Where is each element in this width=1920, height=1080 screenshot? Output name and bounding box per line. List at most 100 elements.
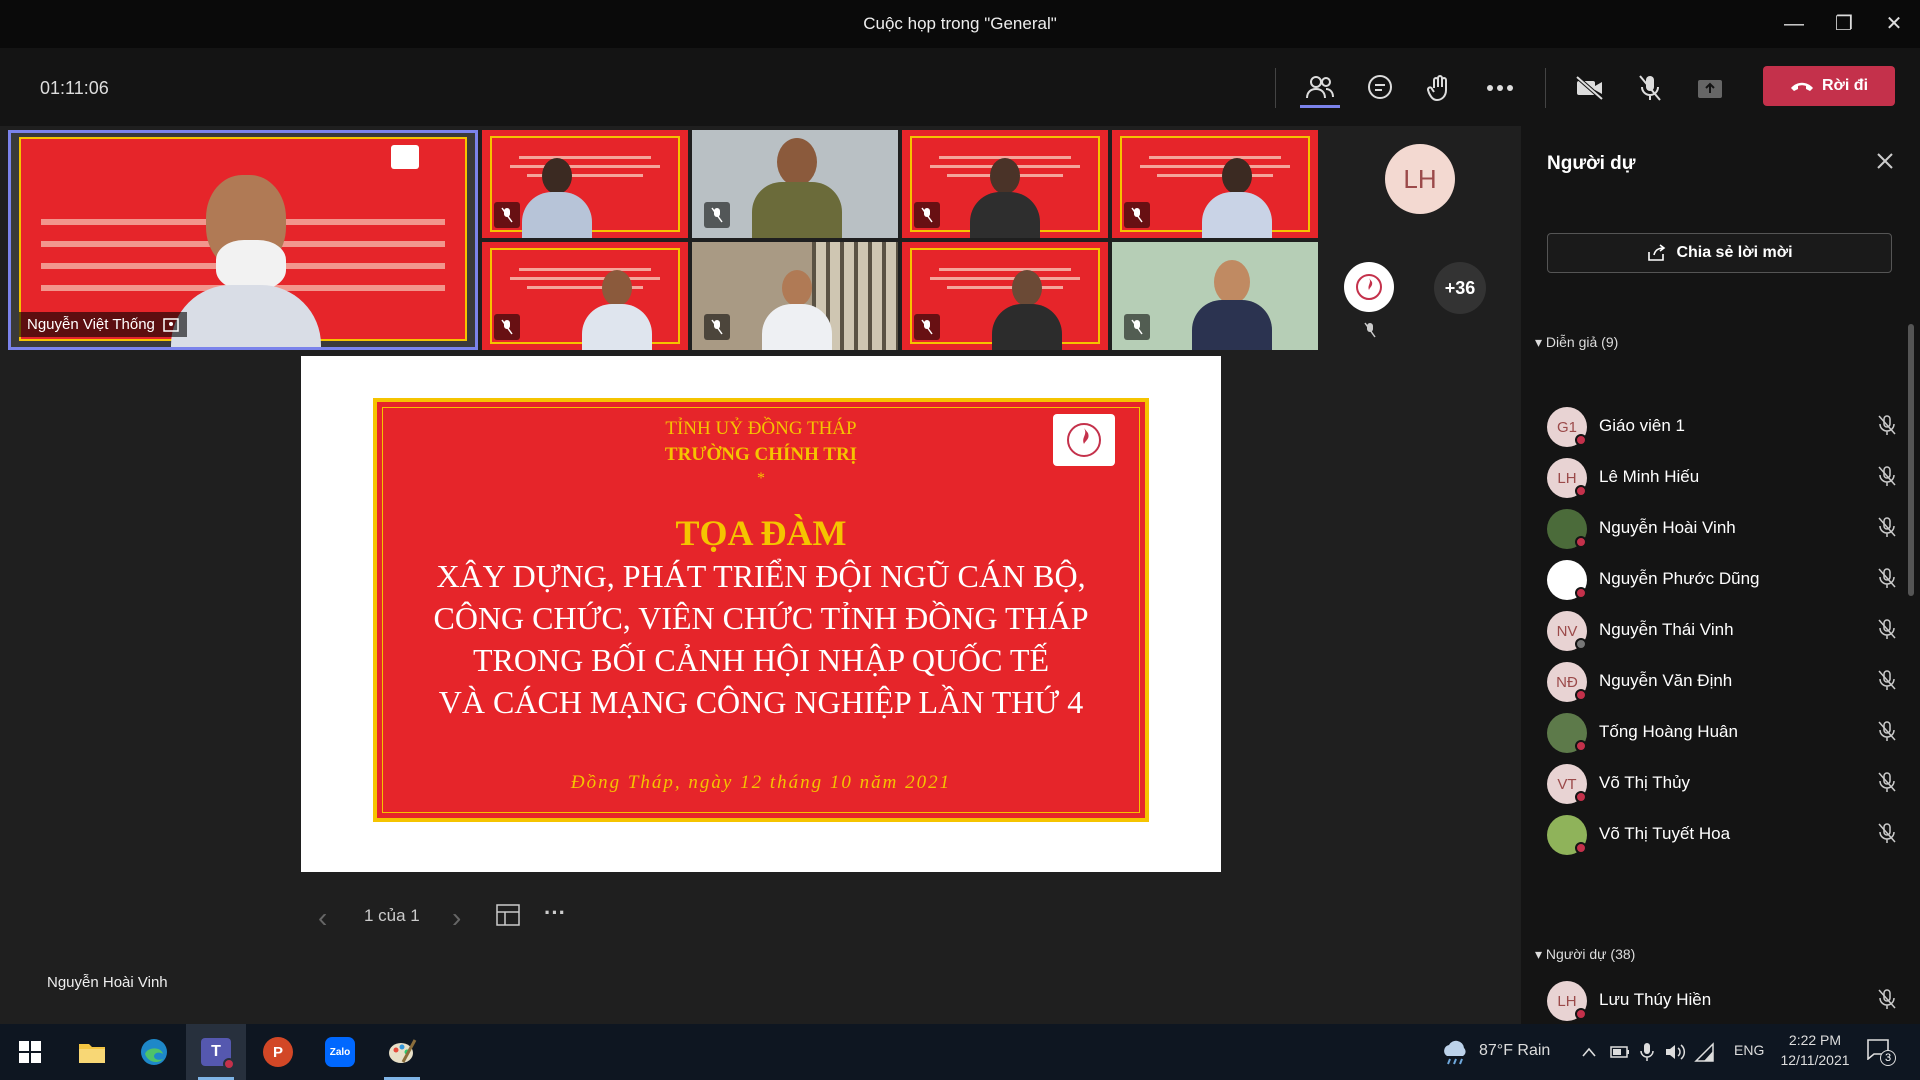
mic-off-icon[interactable] bbox=[1877, 669, 1897, 691]
close-icon bbox=[1877, 153, 1893, 169]
video-tile[interactable] bbox=[482, 242, 688, 350]
mic-off-icon bbox=[1131, 319, 1143, 335]
zalo-icon: Zalo bbox=[325, 1037, 355, 1067]
restore-button[interactable]: ❐ bbox=[1830, 10, 1858, 38]
next-slide-button[interactable]: › bbox=[452, 902, 461, 934]
teams-button[interactable]: T bbox=[186, 1024, 246, 1080]
slide-grid-button[interactable] bbox=[496, 904, 520, 931]
participant-row[interactable]: Tống Hoàng Huân bbox=[1547, 706, 1897, 756]
clock-time: 2:22 PM bbox=[1788, 1032, 1842, 1048]
participant-video bbox=[171, 175, 321, 347]
powerpoint-icon: P bbox=[263, 1037, 293, 1067]
chat-button[interactable] bbox=[1360, 68, 1400, 108]
video-tile[interactable] bbox=[482, 130, 688, 238]
share-invite-button[interactable]: Chia sẻ lời mời bbox=[1547, 233, 1892, 273]
participant-name: Nguyễn Hoài Vinh bbox=[1599, 518, 1736, 537]
video-tile[interactable] bbox=[1112, 130, 1318, 238]
muted-indicator bbox=[914, 314, 940, 340]
chevron-up-icon[interactable] bbox=[1581, 1046, 1597, 1058]
raise-hand-icon bbox=[1426, 75, 1447, 102]
reactions-button[interactable] bbox=[1420, 68, 1460, 108]
pin-icon bbox=[163, 317, 179, 332]
mic-off-icon[interactable] bbox=[1877, 720, 1897, 742]
input-language[interactable]: ENG bbox=[1734, 1042, 1764, 1058]
mic-off-icon[interactable] bbox=[1877, 618, 1897, 640]
prev-slide-button[interactable]: ‹ bbox=[318, 902, 327, 934]
clock-date: 12/11/2021 bbox=[1780, 1052, 1850, 1068]
minimize-button[interactable]: — bbox=[1780, 10, 1808, 38]
mic-off-icon[interactable] bbox=[1877, 516, 1897, 538]
battery-icon[interactable] bbox=[1610, 1044, 1630, 1060]
participant-video bbox=[762, 270, 832, 350]
mic-off-icon[interactable] bbox=[1877, 771, 1897, 793]
participant-row[interactable]: VT Võ Thị Thủy bbox=[1547, 757, 1897, 807]
participant-row[interactable]: Nguyễn Phước Dũng bbox=[1547, 553, 1897, 603]
file-explorer-button[interactable] bbox=[62, 1024, 122, 1080]
mic-toggle-button[interactable] bbox=[1630, 68, 1670, 108]
windows-taskbar: T P Zalo 87°F Rain ENG 2:22 PM 12/11/202… bbox=[0, 1024, 1920, 1080]
hang-up-icon bbox=[1790, 82, 1813, 91]
video-tile[interactable] bbox=[1112, 242, 1318, 350]
leave-button[interactable]: Rời đi bbox=[1763, 66, 1895, 106]
participant-row[interactable]: LH Lê Minh Hiếu bbox=[1547, 451, 1897, 501]
edge-button[interactable] bbox=[124, 1024, 184, 1080]
participant-row[interactable]: NV Nguyễn Thái Vinh bbox=[1547, 604, 1897, 654]
busy-status-dot bbox=[1575, 791, 1587, 803]
more-actions-button[interactable] bbox=[1480, 68, 1520, 108]
participant-row[interactable]: NĐ Nguyễn Văn Định bbox=[1547, 655, 1897, 705]
participant-video bbox=[582, 270, 652, 350]
slide-body-line: VÀ CÁCH MẠNG CÔNG NGHIỆP LẦN THỨ 4 bbox=[438, 684, 1084, 720]
more-participants-count[interactable]: +36 bbox=[1434, 262, 1486, 314]
participant-row[interactable]: Nguyễn Hoài Vinh bbox=[1547, 502, 1897, 552]
meeting-stage: Nguyễn Việt Thống LH +36 TỈNH UỶ ĐỒNG TH… bbox=[6, 126, 1518, 1024]
participants-button[interactable] bbox=[1300, 68, 1340, 108]
slide-body-line: CÔNG CHỨC, VIÊN CHỨC TỈNH ĐỒNG THÁP bbox=[433, 600, 1089, 636]
video-tile[interactable] bbox=[692, 242, 898, 350]
video-tile[interactable] bbox=[692, 130, 898, 238]
powerpoint-button[interactable]: P bbox=[248, 1024, 308, 1080]
chat-icon bbox=[1368, 75, 1392, 99]
divider bbox=[1545, 68, 1546, 108]
presenters-section-header[interactable]: ▾ Diễn giả (9) bbox=[1535, 334, 1618, 351]
title-bar: Cuộc họp trong "General" — ❐ ✕ bbox=[0, 0, 1920, 48]
panel-scrollbar[interactable] bbox=[1908, 324, 1914, 596]
wifi-icon[interactable] bbox=[1694, 1042, 1714, 1062]
mic-off-icon[interactable] bbox=[1877, 465, 1897, 487]
zalo-button[interactable]: Zalo bbox=[310, 1024, 370, 1080]
participant-video bbox=[522, 158, 592, 238]
slide-content: TỈNH UỶ ĐỒNG THÁP TRƯỜNG CHÍNH TRỊ * TỌA… bbox=[373, 398, 1149, 822]
share-content-button[interactable] bbox=[1690, 68, 1730, 108]
avatar-tile[interactable]: LH bbox=[1322, 130, 1518, 238]
microphone-icon[interactable] bbox=[1640, 1042, 1654, 1062]
muted-indicator bbox=[1124, 314, 1150, 340]
busy-status-dot bbox=[1575, 842, 1587, 854]
mic-off-icon[interactable] bbox=[1877, 988, 1897, 1010]
start-button[interactable] bbox=[0, 1024, 60, 1080]
notification-center-button[interactable]: 3 bbox=[1866, 1038, 1896, 1066]
clock[interactable]: 2:22 PM 12/11/2021 bbox=[1772, 1032, 1858, 1068]
participant-name: Nguyễn Thái Vinh bbox=[1599, 620, 1734, 639]
video-tile[interactable] bbox=[902, 242, 1108, 350]
busy-status-dot bbox=[1575, 689, 1587, 701]
participant-row[interactable]: G1 Giáo viên 1 bbox=[1547, 400, 1897, 450]
video-tile[interactable] bbox=[902, 130, 1108, 238]
attendees-section-header[interactable]: ▾ Người dự (38) bbox=[1535, 946, 1635, 963]
camera-toggle-button[interactable] bbox=[1570, 68, 1610, 108]
volume-icon[interactable] bbox=[1664, 1042, 1686, 1062]
featured-video-tile[interactable]: Nguyễn Việt Thống bbox=[8, 130, 478, 350]
overflow-tile[interactable]: +36 bbox=[1322, 242, 1518, 350]
mic-off-icon[interactable] bbox=[1877, 414, 1897, 436]
mic-off-icon[interactable] bbox=[1877, 567, 1897, 589]
participant-row[interactable]: Võ Thị Tuyết Hoa bbox=[1547, 808, 1897, 858]
slide-more-button[interactable]: ··· bbox=[544, 900, 566, 926]
paint-button[interactable] bbox=[372, 1024, 432, 1080]
share-tray-icon bbox=[1698, 80, 1722, 98]
powerpoint-icon-letter: P bbox=[272, 1043, 283, 1061]
weather-widget[interactable]: 87°F Rain bbox=[1479, 1042, 1550, 1060]
close-panel-button[interactable] bbox=[1876, 152, 1894, 176]
participant-row[interactable]: LH Lưu Thúy Hiền bbox=[1547, 974, 1897, 1024]
close-window-button[interactable]: ✕ bbox=[1880, 10, 1908, 38]
mic-off-icon bbox=[501, 319, 513, 335]
mic-off-icon[interactable] bbox=[1877, 822, 1897, 844]
participant-name: Võ Thị Tuyết Hoa bbox=[1599, 824, 1731, 843]
